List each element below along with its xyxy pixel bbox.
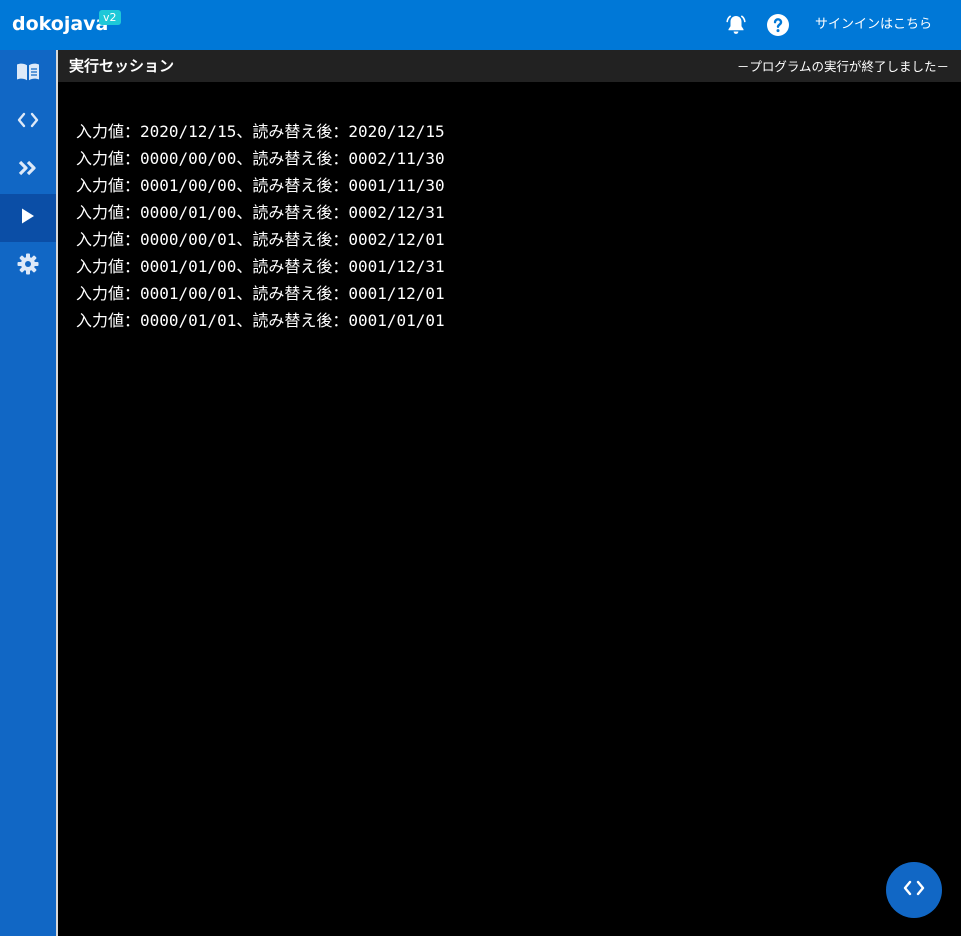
sidebar <box>0 50 56 936</box>
sidebar-item-book[interactable] <box>0 50 56 98</box>
code-icon <box>17 112 39 132</box>
version-badge: v2 <box>99 10 121 25</box>
console-lines: 入力値：2020/12/15、読み替え後：2020/12/15 入力値：0000/… <box>76 118 445 334</box>
console-line: 入力値：0000/01/01、読み替え後：0001/01/01 <box>76 311 445 330</box>
console-line: 入力値：0000/00/01、読み替え後：0002/12/01 <box>76 230 445 249</box>
panel-header: 実行セッション －プログラムの実行が終了しました－ <box>58 50 961 82</box>
brand-logo[interactable]: dokojava <box>12 12 108 36</box>
execution-status: －プログラムの実行が終了しました－ <box>736 59 949 74</box>
bell-icon[interactable] <box>723 12 749 38</box>
sidebar-item-step[interactable] <box>0 146 56 194</box>
gear-icon <box>17 253 39 279</box>
console-line: 入力値：0001/00/01、読み替え後：0001/12/01 <box>76 284 445 303</box>
sidebar-item-code[interactable] <box>0 98 56 146</box>
top-bar: dokojava v2 サインインはこちら <box>0 0 961 50</box>
double-chevron-icon <box>18 160 38 180</box>
console-line: 入力値：0001/01/00、読み替え後：0001/12/31 <box>76 257 445 276</box>
code-icon <box>903 880 925 900</box>
console-line: 入力値：0001/00/00、読み替え後：0001/11/30 <box>76 176 445 195</box>
code-fab-button[interactable] <box>886 862 942 918</box>
signin-link[interactable]: サインインはこちら <box>815 16 932 34</box>
console-line: 入力値：0000/00/00、読み替え後：0002/11/30 <box>76 149 445 168</box>
book-icon <box>16 61 40 87</box>
panel-title: 実行セッション <box>69 57 175 75</box>
play-icon <box>20 207 36 229</box>
console-line: 入力値：2020/12/15、読み替え後：2020/12/15 <box>76 122 445 141</box>
console-line: 入力値：0000/01/00、読み替え後：0002/12/31 <box>76 203 445 222</box>
sidebar-item-run[interactable] <box>0 194 56 242</box>
sidebar-item-settings[interactable] <box>0 242 56 290</box>
console-output: 入力値：2020/12/15、読み替え後：2020/12/15 入力値：0000/… <box>58 82 961 936</box>
question-circle-icon[interactable] <box>765 12 791 38</box>
